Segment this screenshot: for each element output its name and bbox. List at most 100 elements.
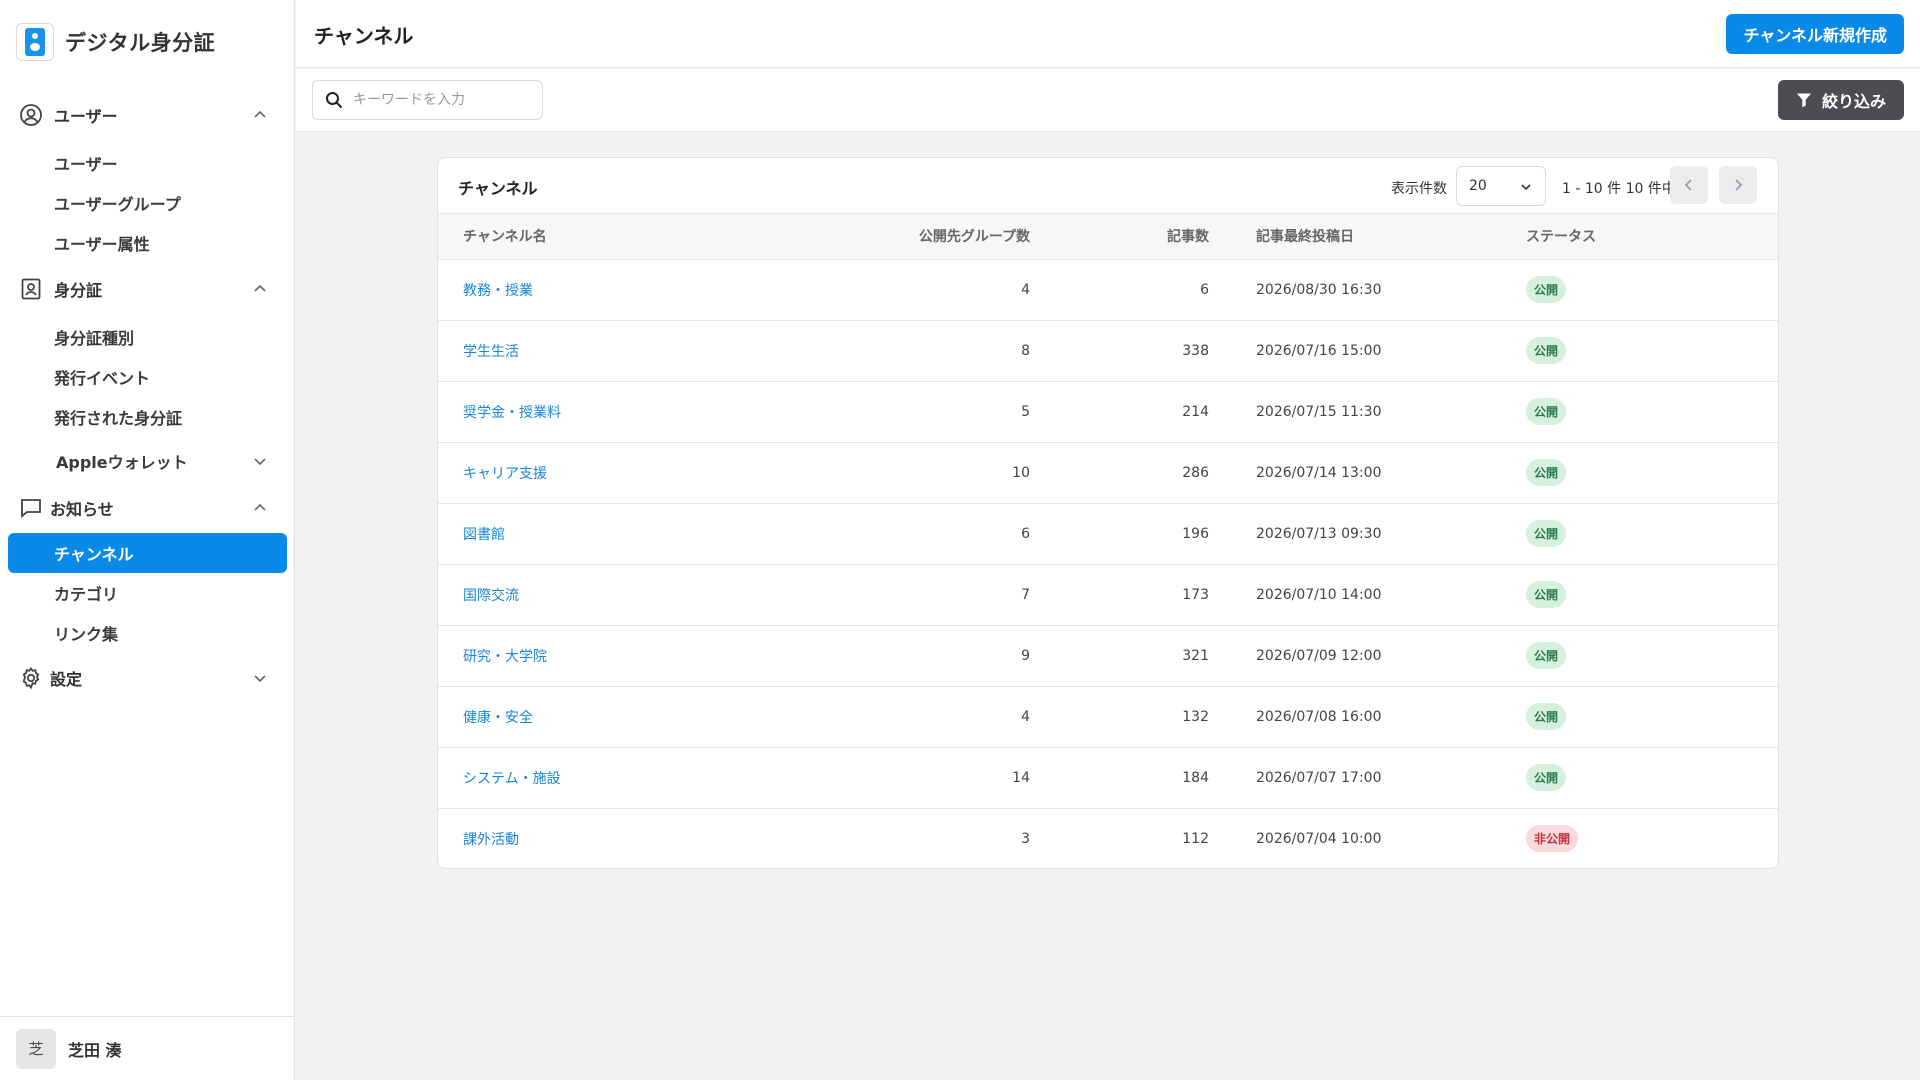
per-page-select[interactable]: 20 [1456,166,1546,206]
table-row[interactable]: システム・施設 14 184 2026/07/07 17:00 公開 [438,747,1778,809]
last-posted-cell: 2026/08/30 16:30 [1209,259,1526,321]
status-cell: 公開 [1526,320,1778,382]
table-row[interactable]: 研究・大学院 9 321 2026/07/09 12:00 公開 [438,625,1778,687]
table-row[interactable]: 学生生活 8 338 2026/07/16 15:00 公開 [438,320,1778,382]
nav-group-announcements[interactable]: お知らせ [0,490,295,526]
table-row[interactable]: 奨学金・授業料 5 214 2026/07/15 11:30 公開 [438,381,1778,443]
search-input[interactable] [353,92,523,108]
last-posted-cell: 2026/07/09 12:00 [1209,625,1526,687]
nav-group-users[interactable]: ユーザー [0,97,295,133]
user-name: 芝田 湊 [68,1040,122,1060]
table-row[interactable]: キャリア支援 10 286 2026/07/14 13:00 公開 [438,442,1778,504]
column-header-name[interactable]: チャンネル名 [438,214,858,260]
gear-icon [18,665,44,691]
sidebar-item-user-groups[interactable]: ユーザーグループ [8,183,287,223]
channel-name-cell: 健康・安全 [438,686,858,748]
column-header-groups[interactable]: 公開先グループ数 [858,214,1030,260]
sidebar-item-issued-ids[interactable]: 発行された身分証 [8,397,287,437]
channel-name-link[interactable]: 研究・大学院 [463,649,547,665]
page-title: チャンネル [314,24,414,48]
per-page-value: 20 [1469,178,1487,194]
channel-name-cell: 学生生活 [438,320,858,382]
table-row[interactable]: 健康・安全 4 132 2026/07/08 16:00 公開 [438,686,1778,748]
create-channel-button[interactable]: チャンネル新規作成 [1726,14,1904,54]
brand[interactable]: デジタル身分証 [16,20,215,64]
nav-group-label: お知らせ [50,500,114,519]
table-row[interactable]: 国際交流 7 173 2026/07/10 14:00 公開 [438,564,1778,626]
post-count-cell: 173 [1030,564,1209,626]
sidebar-item-label: Appleウォレット [56,453,188,472]
channel-name-link[interactable]: システム・施設 [463,771,561,787]
channel-name-link[interactable]: 国際交流 [463,588,519,604]
search-icon [326,92,343,109]
channel-name-link[interactable]: 図書館 [463,527,505,543]
group-count-cell: 3 [1021,830,1030,847]
status-cell: 公開 [1526,503,1778,565]
per-page-label: 表示件数 [1391,181,1447,197]
status-cell: 非公開 [1526,808,1778,868]
status-cell: 公開 [1526,442,1778,504]
post-count-cell: 196 [1030,503,1209,565]
table-header-row: チャンネル名 公開先グループ数 記事数 記事最終投稿日 ステータス [438,214,1778,260]
post-count-cell: 338 [1030,320,1209,382]
status-cell: 公開 [1526,381,1778,443]
column-header-status[interactable]: ステータス [1526,214,1778,260]
column-header-posts[interactable]: 記事数 [1030,214,1209,260]
channel-name-link[interactable]: 奨学金・授業料 [463,405,561,421]
status-cell: 公開 [1526,259,1778,321]
filter-button[interactable]: 絞り込み [1778,80,1904,120]
sidebar-item-id-types[interactable]: 身分証種別 [8,317,287,357]
group-count-cell: 4 [858,686,1030,748]
chevron-right-icon [1735,179,1743,191]
sidebar-item-apple-wallet[interactable]: Appleウォレット [8,441,287,481]
sidebar-item-link-collection[interactable]: リンク集 [8,613,287,653]
group-count-cell: 14 [858,747,1030,809]
column-header-last-posted[interactable]: 記事最終投稿日 [1209,214,1526,260]
chevron-up-icon [254,503,266,511]
post-count-cell: 214 [1030,381,1209,443]
group-count-cell: 6 [858,503,1030,565]
channel-name-cell: キャリア支援 [438,442,858,504]
sidebar-item-categories[interactable]: カテゴリ [8,573,287,613]
chevron-up-icon [254,284,266,292]
sidebar-item-issue-events[interactable]: 発行イベント [8,357,287,397]
pagination-range: 1 - 10 件 10 件中 [1562,181,1676,197]
group-count-cell: 10 [858,442,1030,504]
last-posted-cell: 2026/07/15 11:30 [1209,381,1526,443]
channel-table: チャンネル名 公開先グループ数 記事数 記事最終投稿日 ステータス 教務・授業 4… [438,214,1778,868]
sidebar-item-channels[interactable]: チャンネル [8,533,287,573]
sidebar-item-users[interactable]: ユーザー [8,143,287,183]
last-posted-cell: 2026/07/10 14:00 [1209,564,1526,626]
table-row[interactable]: 教務・授業 4 6 2026/08/30 16:30 公開 [438,259,1778,321]
group-count-cell: 5 [858,381,1030,443]
filter-icon [1796,93,1811,108]
status-cell: 公開 [1526,686,1778,748]
group-count-cell: 4 [858,259,1030,321]
status-badge: 公開 [1526,459,1567,486]
channel-name-link[interactable]: 教務・授業 [463,283,533,299]
post-count-cell: 112 [1182,830,1209,847]
group-count-cell: 8 [858,320,1030,382]
toolbar: 絞り込み [296,69,1920,132]
table-row[interactable]: 課外活動 3 112 2026/07/04 10:00 非公開 [438,808,1778,868]
sidebar-item-user-attributes[interactable]: ユーザー属性 [8,223,287,263]
last-posted-cell: 2026/07/07 17:00 [1209,747,1526,809]
channel-name-link[interactable]: 健康・安全 [463,710,533,726]
status-cell: 公開 [1526,625,1778,687]
channel-name-cell: 図書館 [438,503,858,565]
post-count-cell: 321 [1030,625,1209,687]
nav-group-id-cards[interactable]: 身分証 [0,271,295,307]
channel-name-link[interactable]: キャリア支援 [463,466,547,482]
group-count-cell: 7 [858,564,1030,626]
post-count-cell: 6 [1030,259,1209,321]
search-box [312,80,543,120]
channel-name-link[interactable]: 課外活動 [463,832,519,848]
prev-page-button[interactable] [1670,166,1708,204]
app-logo-icon [16,23,54,61]
current-user[interactable]: 芝 芝田 湊 [0,1016,295,1080]
channel-name-cell: 研究・大学院 [438,625,858,687]
next-page-button[interactable] [1719,166,1757,204]
nav-group-settings[interactable]: 設定 [0,660,295,696]
table-row[interactable]: 図書館 6 196 2026/07/13 09:30 公開 [438,503,1778,565]
channel-name-link[interactable]: 学生生活 [463,344,519,360]
